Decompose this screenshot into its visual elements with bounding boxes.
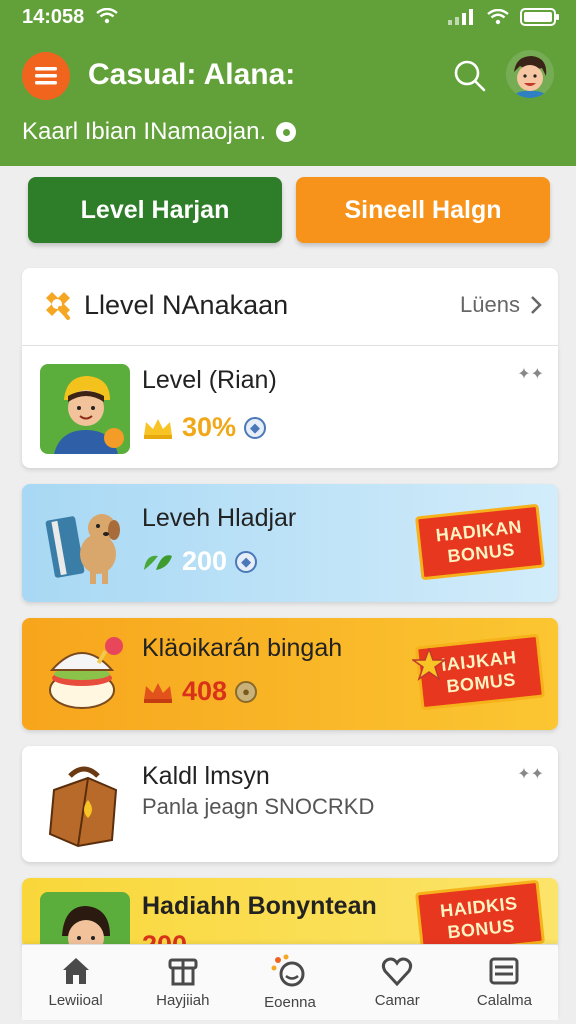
nav-item-chat[interactable]: Eoenna <box>236 945 343 1020</box>
puzzle-icon <box>46 292 70 320</box>
nav-label: Lewiioal <box>48 992 103 1009</box>
card-value: 408 ● <box>142 676 258 707</box>
status-bar: 14:058 <box>0 0 576 34</box>
level-button[interactable]: Level Harjan <box>28 177 282 243</box>
list-item[interactable]: Hadiahh Bonyntean 200 HAIDKIS BONUS <box>22 878 558 948</box>
card-subtext: Panla jeagn SNOCRKD <box>142 794 375 819</box>
bonus-badge[interactable]: HAIDKIS BONUS <box>412 878 546 948</box>
nav-label: Hayjiiah <box>156 992 210 1009</box>
card-title: Leveh Hladjar <box>142 504 297 532</box>
chevron-right-icon <box>531 296 542 314</box>
nav-label: Eoenna <box>264 994 316 1011</box>
nav-item-list[interactable]: Calalma <box>451 945 558 1020</box>
status-dot-icon <box>276 122 297 142</box>
secondary-action-button[interactable]: Sineell Halgn <box>296 177 550 243</box>
card-title: Hadiahh Bonyntean <box>142 892 377 920</box>
menu-button[interactable] <box>22 52 70 100</box>
nav-label: Calalma <box>476 992 532 1009</box>
star-icon <box>412 648 446 681</box>
see-more-label: Lüens <box>460 292 520 317</box>
gift-icon <box>168 958 198 986</box>
see-more-link[interactable]: Lüens <box>460 292 542 318</box>
list-item[interactable]: Kaldl lmsyn Panla jeagn SNOCRKD ✦✦ <box>22 746 558 862</box>
bonus-badge[interactable]: IAIJKAH BOMUS <box>412 632 546 712</box>
card-title: Level (Rian) <box>142 366 277 394</box>
header-subtitle: Kaarl Ibian INamaojan. <box>22 118 297 146</box>
list-item[interactable]: Kläoikarán bingah 408 ● IAIJKAH BOMUS <box>22 618 558 730</box>
avatar[interactable] <box>506 50 554 98</box>
heart-icon <box>382 957 413 986</box>
wifi-icon <box>96 8 118 24</box>
card-value: 30% ◆ <box>142 412 267 443</box>
player-avatar-icon <box>40 364 130 454</box>
wifi-icon <box>487 9 509 25</box>
crown-icon <box>144 418 172 439</box>
nav-item-home[interactable]: Lewiioal <box>22 945 129 1020</box>
chat-icon <box>271 954 305 987</box>
nav-item-heart[interactable]: Camar <box>344 945 451 1020</box>
search-icon[interactable] <box>452 58 488 94</box>
list-item[interactable]: Leveh Hladjar 200 ◆ HADIKAN BONUS <box>22 484 558 602</box>
book-dog-icon <box>45 514 120 584</box>
home-icon <box>62 958 89 984</box>
gem-icon: ◆ <box>244 416 267 439</box>
card-value-text: 200 <box>182 546 228 576</box>
crown-icon <box>144 682 172 703</box>
nav-item-gift[interactable]: Hayjiiah <box>129 945 236 1020</box>
bottom-nav: Lewiioal Hayjiiah Eoenna Camar Calalma <box>22 944 558 1020</box>
gem-icon: ◆ <box>235 550 258 573</box>
card-value-text: 408 <box>182 676 228 706</box>
subtitle-text: Kaarl Ibian INamaojan. <box>22 118 267 145</box>
food-bowl-icon <box>49 637 123 709</box>
user-avatar-icon <box>512 56 548 98</box>
coin-icon: ● <box>235 680 258 703</box>
leaf-icon <box>144 554 172 570</box>
pin-icon[interactable]: ✦✦ <box>517 364 544 384</box>
panel-title: Llevel NAnakaan <box>84 290 289 320</box>
card-title: Kläoikarán bingah <box>142 634 343 662</box>
signal-icon <box>448 9 473 25</box>
hamburger-icon <box>35 67 57 85</box>
action-buttons: Level Harjan Sineell Halgn <box>28 177 550 243</box>
app-header: 14:058 Casual: Alana: Kaarl Ibian INamao… <box>0 0 576 166</box>
nav-label: Camar <box>374 992 420 1009</box>
list-icon <box>489 957 519 985</box>
levels-panel-header: Llevel NAnakaan Lüens <box>22 268 558 346</box>
app-title: Casual: Alana: <box>88 58 296 91</box>
card-title: Kaldl lmsyn <box>142 762 270 790</box>
pin-icon[interactable]: ✦✦ <box>517 764 544 784</box>
player-avatar-icon <box>40 892 130 948</box>
battery-icon <box>520 8 559 26</box>
status-time: 14:058 <box>22 6 85 28</box>
card-value-text: 30% <box>182 412 237 442</box>
backpack-icon <box>48 766 118 848</box>
list-item[interactable]: Level (Rian) 30% ◆ ✦✦ <box>22 346 558 468</box>
card-value: 200 ◆ <box>142 546 258 577</box>
bonus-badge[interactable]: HADIKAN BONUS <box>412 502 546 582</box>
